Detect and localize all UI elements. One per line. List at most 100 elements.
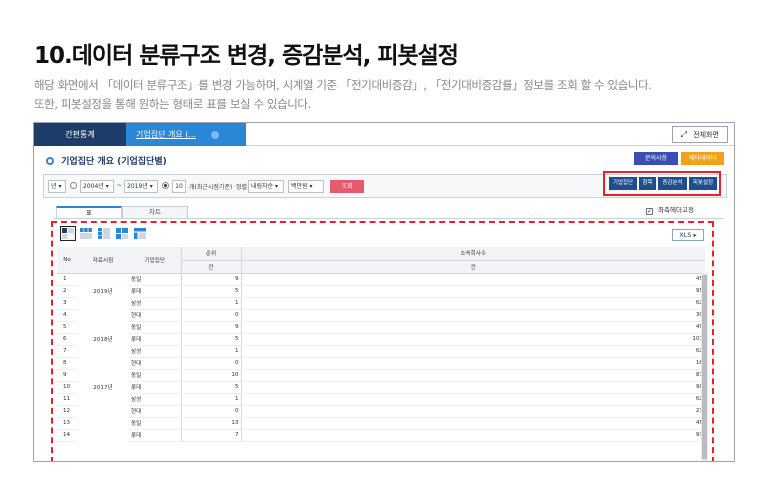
row-period	[77, 369, 129, 381]
query-button[interactable]: 조회	[330, 180, 364, 193]
inquiry-button[interactable]: 문의사항	[634, 152, 678, 165]
row-rank: 0	[181, 357, 242, 370]
group-button[interactable]: 기업집단	[609, 177, 637, 190]
scrollbar-thumb[interactable]	[702, 275, 707, 459]
row-period	[77, 273, 129, 285]
start-year-select[interactable]: 2004년 ▾	[80, 180, 114, 193]
row-group: 롯데	[129, 285, 182, 298]
row-no: 5	[57, 321, 77, 334]
row-period	[77, 405, 129, 417]
row-group: 동일	[129, 273, 182, 286]
tab-simple-stats[interactable]: 간편통계	[34, 123, 126, 146]
vertical-scrollbar[interactable]	[701, 273, 708, 461]
row-group: 동일	[129, 321, 182, 334]
row-group: 삼성	[129, 393, 182, 406]
table-row: 7 삼성 1 62	[57, 345, 705, 358]
item-button[interactable]: 항목	[639, 177, 656, 190]
table-row: 14 롯데 7 93	[57, 429, 705, 442]
table-header-row: No 자료시점 기업집단 순위 소속회사수	[57, 247, 705, 274]
table-row: 8 현대 0 16	[57, 357, 705, 370]
pivot-table-highlight: XLS ▸ No 자료시점 기업집단 순위 소속회사수 건 건 1 동일 9 45 2 2…	[51, 221, 714, 461]
page-title: 10.데이터 분류구조 변경, 증감분석, 피봇설정	[34, 43, 459, 69]
period-unit-select[interactable]: 년 ▾	[48, 180, 66, 193]
range-radio[interactable]	[70, 182, 77, 189]
tab-group-overview-label: 기업집단 개요 (...	[136, 130, 196, 139]
row-affiliates: 107	[241, 333, 705, 346]
row-group: 롯데	[129, 429, 182, 442]
sort-label: 정렬	[236, 184, 248, 191]
fullscreen-button[interactable]: ⤢ 전체화면	[671, 126, 728, 143]
table-row: 2 2019년 롯데 5 95	[57, 285, 705, 298]
fullscreen-label: 전체화면	[693, 131, 719, 139]
row-group: 롯데	[129, 381, 182, 394]
table-row: 6 2018년 롯데 5 107	[57, 333, 705, 346]
row-rank: 0	[181, 309, 242, 322]
row-no: 9	[57, 369, 77, 382]
tab-group-overview[interactable]: 기업집단 개요 (...	[126, 123, 246, 146]
col-unit-affiliates: 건	[241, 260, 705, 274]
row-period	[77, 417, 129, 429]
page-description: 해당 화면에서 「데이터 분류구조」를 변경 가능하며, 시계열 기준 「전기대…	[34, 76, 652, 114]
row-period	[77, 321, 129, 333]
row-rank: 5	[181, 285, 242, 298]
row-rank: 9	[181, 273, 242, 286]
circle-icon	[46, 157, 54, 165]
row-no: 13	[57, 417, 77, 430]
expand-icon: ⤢	[680, 130, 687, 139]
col-unit-rank: 건	[181, 260, 242, 274]
xls-download-button[interactable]: XLS ▸	[672, 229, 704, 241]
pivot-settings-button[interactable]: 피봇설정	[689, 177, 717, 190]
row-rank: 9	[181, 321, 242, 334]
table-row: 1 동일 9 45	[57, 273, 705, 286]
table-row: 10 2017년 롯데 5 90	[57, 381, 705, 394]
row-no: 6	[57, 333, 77, 346]
row-no: 3	[57, 297, 77, 310]
table-row: 9 동일 10 81	[57, 369, 705, 382]
col-header-period: 자료시점	[77, 247, 129, 274]
row-period: 2019년	[93, 289, 113, 295]
value-unit-select[interactable]: 백만원 ▾	[288, 180, 324, 193]
row-affiliates: 16	[241, 357, 705, 370]
layout-3-icon[interactable]	[97, 227, 111, 240]
table-row: 5 동일 9 49	[57, 321, 705, 334]
view-tabs-divider	[54, 218, 724, 219]
close-icon[interactable]	[210, 130, 219, 139]
screenshot-frame: 간편통계 기업집단 개요 (... ⤢ 전체화면 기업집단 개요 (기업집단별)…	[33, 122, 735, 462]
metadata-button[interactable]: 메타데이터	[681, 152, 724, 165]
row-period: 2018년	[93, 337, 113, 343]
row-affiliates: 62	[241, 345, 705, 358]
layout-1-icon[interactable]	[60, 226, 76, 241]
end-year-select[interactable]: 2019년 ▾	[124, 180, 158, 193]
freeze-header-label: 좌측헤더고정	[658, 206, 694, 214]
row-period	[77, 357, 129, 369]
row-period	[77, 429, 129, 441]
col-header-no: No	[57, 247, 77, 274]
row-period	[77, 393, 129, 405]
recent-count-input[interactable]: 10	[172, 180, 186, 193]
row-group: 현대	[129, 309, 182, 322]
sort-order-select[interactable]: 내림차순 ▾	[248, 180, 284, 193]
layout-2-icon[interactable]	[79, 227, 93, 240]
row-rank: 10	[181, 369, 242, 382]
recent-count-radio[interactable]	[162, 182, 169, 189]
table-body: 1 동일 9 45 2 2019년 롯데 5 95 3 삼성 1 62 4 현대 0 30 5 동일 9 49 6 2018…	[57, 273, 705, 442]
description-line-2: 또한, 피봇설정을 통해 원하는 형태로 표를 보실 수 있습니다.	[34, 97, 311, 111]
table-row: 12 현대 0 21	[57, 405, 705, 418]
layout-5-icon[interactable]	[133, 227, 147, 240]
row-group: 동일	[129, 369, 182, 382]
change-analysis-button[interactable]: 증감분석	[658, 177, 687, 190]
row-no: 7	[57, 345, 77, 358]
row-affiliates: 90	[241, 381, 705, 394]
row-no: 2	[57, 285, 77, 298]
pivot-table: No 자료시점 기업집단 순위 소속회사수 건 건 1 동일 9 45 2 2019년 롯데…	[57, 247, 705, 442]
layout-4-icon[interactable]	[115, 227, 129, 240]
row-rank: 7	[181, 429, 242, 442]
recent-count-label: 개(최근시점기준)	[189, 184, 233, 191]
row-no: 4	[57, 309, 77, 322]
row-affiliates: 21	[241, 405, 705, 418]
freeze-header-toggle[interactable]: ✓ 좌측헤더고정	[646, 204, 694, 215]
row-rank: 5	[181, 381, 242, 394]
row-affiliates: 30	[241, 309, 705, 322]
row-no: 8	[57, 357, 77, 370]
row-group: 현대	[129, 405, 182, 418]
